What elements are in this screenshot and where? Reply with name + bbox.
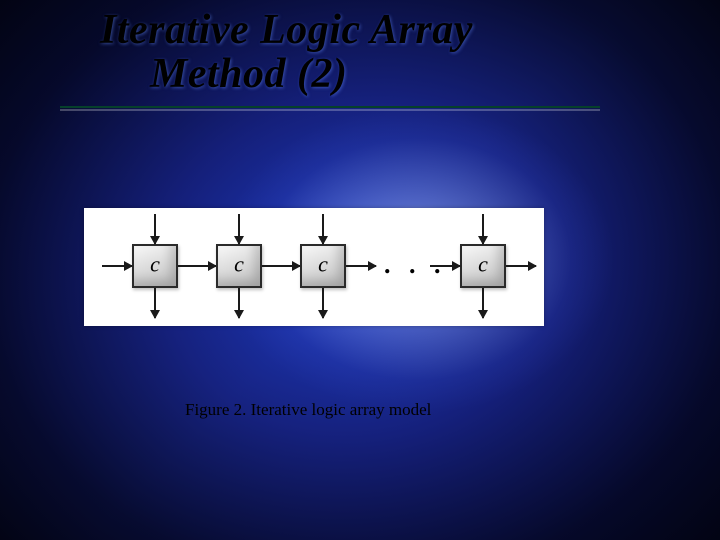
cell-2-label: c bbox=[234, 252, 244, 278]
slide: Iterative Logic Array Method (2) c c c bbox=[0, 0, 720, 540]
cell-1-label: c bbox=[150, 252, 160, 278]
cell-3: c bbox=[300, 244, 346, 288]
iterative-logic-array-diagram: c c c . . . c bbox=[84, 208, 544, 326]
arrow-out-right-n bbox=[506, 265, 536, 267]
title-underline bbox=[60, 106, 600, 108]
cell-n-label: c bbox=[478, 252, 488, 278]
title-line-1: Iterative Logic Array bbox=[100, 8, 620, 52]
title-line-2: Method (2) bbox=[100, 52, 620, 96]
arrow-out-bottom-n bbox=[482, 288, 484, 318]
figure-caption: Figure 2. Iterative logic array model bbox=[185, 400, 431, 420]
arrow-out-bottom-1 bbox=[154, 288, 156, 318]
arrow-in-left-1 bbox=[102, 265, 132, 267]
figure-panel: c c c . . . c bbox=[84, 208, 544, 326]
arrow-in-top-1 bbox=[154, 214, 156, 244]
arrow-in-top-2 bbox=[238, 214, 240, 244]
arrow-out-bottom-2 bbox=[238, 288, 240, 318]
arrow-in-top-n bbox=[482, 214, 484, 244]
slide-title: Iterative Logic Array Method (2) bbox=[100, 8, 620, 96]
arrow-in-top-3 bbox=[322, 214, 324, 244]
cell-1: c bbox=[132, 244, 178, 288]
arrow-in-left-n bbox=[430, 265, 460, 267]
cell-2: c bbox=[216, 244, 262, 288]
cell-n: c bbox=[460, 244, 506, 288]
arrow-link-2-3 bbox=[262, 265, 300, 267]
arrow-link-1-2 bbox=[178, 265, 216, 267]
arrow-out-bottom-3 bbox=[322, 288, 324, 318]
cell-3-label: c bbox=[318, 252, 328, 278]
arrow-out-3 bbox=[346, 265, 376, 267]
